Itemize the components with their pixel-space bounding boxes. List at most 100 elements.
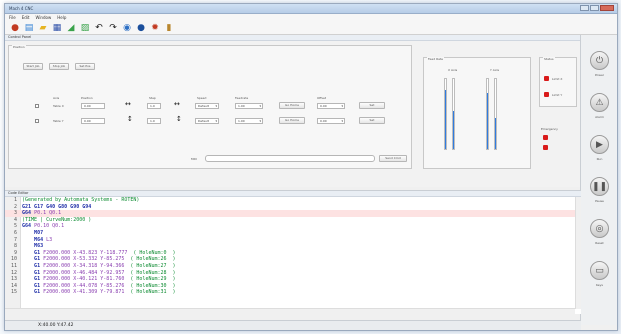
column-speed: Speed [197,96,207,100]
gcode-editor[interactable]: 1 (Generated by Automata Systems - ROTEN… [5,197,575,309]
code-token: G1 [22,249,44,256]
settings-icon[interactable]: ✹ [150,23,160,33]
code-token: G1 [22,269,44,276]
code-token: F2000.000 X-43.823 Y-118.777 [43,249,134,256]
code-token: G21 G17 G40 G80 G90 G94 [22,203,92,210]
sidebar-label-power: Power [594,73,605,77]
send-command-button[interactable]: Send Cmd [379,155,407,162]
stop-job-button[interactable]: Stop Job [49,63,69,70]
maximize-button[interactable] [590,5,599,11]
axis-y-checkbox[interactable] [35,119,39,123]
code-line[interactable]: 5 G64 P0.10 Q0.1 [5,223,575,230]
axis-x-speed-select[interactable]: Default [195,103,219,109]
power-icon[interactable]: ⏻ [590,51,609,70]
line-number: 8 [13,243,17,250]
menu-window[interactable]: Window [35,15,51,20]
code-line[interactable]: 8 M63 [5,243,575,250]
open-icon[interactable]: ▤ [24,23,34,33]
limit-x-label: Limit X [552,77,563,81]
code-line[interactable]: 2 G21 G17 G40 G80 G90 G94 [5,204,575,211]
axis-y-offset-select[interactable]: 0.00 [317,118,345,124]
menu-edit[interactable]: Edit [22,15,30,20]
mdi-input[interactable] [205,155,375,162]
code-token: ( HoleNum:29 ) [130,276,176,283]
gauge-bar-3 [486,78,489,150]
undo-icon[interactable]: ↶ [94,23,104,33]
line-number: 7 [13,236,17,243]
code-token: G64 [22,210,35,217]
graph-icon[interactable]: ◢ [66,23,76,33]
status-group: Status Limit X Limit Y [539,57,577,107]
code-token: ( HoleNum:30 ) [130,282,176,289]
code-line[interactable]: 14 G1 F2000.000 X-44.078 Y-85.276 ( Hole… [5,283,575,290]
code-line[interactable]: 7 M64 L3 [5,237,575,244]
mdi-label: MDI [191,157,197,161]
right-sidebar: ⏻ Power ⚠ Alarm ▶ Run ❚❚ Pause ◎ Reset ▭ Keys [580,35,617,325]
code-token: F2000.000 X-34.318 Y-94.366 [43,262,131,269]
cursor-coordinates: X:40.00 Y:47.42 [38,323,74,328]
axis-y-jog-icon-2[interactable]: ↕ [176,115,182,123]
info-icon[interactable]: ● [136,23,146,33]
title-bar: Mach 4 CNC [5,4,617,14]
close-button[interactable] [600,5,614,11]
save-icon[interactable]: ▦ [52,23,62,33]
book-icon[interactable]: ▮ [164,23,174,33]
axis-x-home-button[interactable]: Go Home [279,102,305,109]
axis-x-checkbox[interactable] [35,104,39,108]
pause-icon[interactable]: ❚❚ [590,177,609,196]
keyboard-icon[interactable]: ▭ [590,261,609,280]
menu-help[interactable]: Help [57,15,66,20]
play-icon[interactable]: ▶ [590,135,609,154]
redo-icon[interactable]: ↷ [108,23,118,33]
axis-x-step[interactable]: 1.0 [147,103,161,109]
set-position-button[interactable]: Set Pos [75,63,95,70]
code-line[interactable]: 1 (Generated by Automata Systems - ROTEN… [5,197,575,204]
feed-gauges-group: Feed Rate X Axis Y Axis [423,57,531,169]
code-line[interactable]: 11 G1 F2000.000 X-34.318 Y-94.366 ( Hole… [5,263,575,270]
axis-y-jog-icon[interactable]: ↕ [127,115,133,123]
axis-x-offset-select[interactable]: 0.00 [317,103,345,109]
editor-vertical-scrollbar[interactable] [575,197,581,309]
editor-horizontal-scrollbar[interactable] [5,308,575,314]
warning-icon[interactable]: ⚠ [590,93,609,112]
axis-y-home-button[interactable]: Go Home [279,117,305,124]
code-token: P0.10 Q0.1 [34,223,65,230]
code-line[interactable]: 13 G1 F2000.000 X-40.121 Y-81.760 ( Hole… [5,276,575,283]
minimize-button[interactable] [580,5,589,11]
code-token: G1 [22,289,44,296]
axis-y-feed-select[interactable]: 1.00 [235,118,263,124]
axis-y-position[interactable]: 0.00 [81,118,105,124]
code-token: ( HoleNum:31 ) [130,289,176,296]
code-line[interactable]: 3 G64 P0.1 Q0.1 [5,210,575,217]
image-icon[interactable]: ▨ [80,23,90,33]
code-line[interactable]: 12 G1 F2000.000 X-46.484 Y-92.957 ( Hole… [5,270,575,277]
line-number: 13 [10,276,17,283]
axis-y-set-button[interactable]: Set [359,117,385,124]
emergency-label: Emergency [541,127,558,131]
axis-y-step[interactable]: 1.0 [147,118,161,124]
start-job-button[interactable]: Start Job [23,63,43,70]
code-token: P0.1 Q0.1 [34,210,62,217]
code-line[interactable]: 6 M07 [5,230,575,237]
position-group: Position Start Job Stop Job Set Pos Axis… [8,45,412,169]
globe-icon[interactable]: ◉ [122,23,132,33]
code-line[interactable]: 9 G1 F2000.000 X-43.823 Y-118.777 ( Hole… [5,250,575,257]
code-line[interactable]: 15 G1 F2000.000 X-41.309 Y-79.871 ( Hole… [5,289,575,296]
folder-icon[interactable]: ▰ [38,23,48,33]
axis-x-jog-icon[interactable]: ↔ [125,100,131,108]
axis-x-feed-select[interactable]: 1.00 [235,103,263,109]
stop-icon[interactable]: ● [10,23,20,33]
column-position: Position [81,96,93,100]
axis-x-position[interactable]: 0.00 [81,103,105,109]
code-token: F2000.000 X-40.121 Y-81.760 [43,276,131,283]
column-feedrate: Feedrate [235,96,249,100]
axis-x-set-button[interactable]: Set [359,102,385,109]
reset-icon[interactable]: ◎ [590,219,609,238]
code-line[interactable]: 4 (TIME | CurveNum:2000 ) [5,217,575,224]
axis-x-jog-icon-2[interactable]: ↔ [174,100,180,108]
code-line[interactable]: 10 G1 F2000.000 X-53.332 Y-85.275 ( Hole… [5,256,575,263]
axis-y-speed-select[interactable]: Default [195,118,219,124]
menu-file[interactable]: File [9,15,16,20]
sidebar-label-run: Run [596,157,603,161]
line-number: 10 [10,256,17,263]
